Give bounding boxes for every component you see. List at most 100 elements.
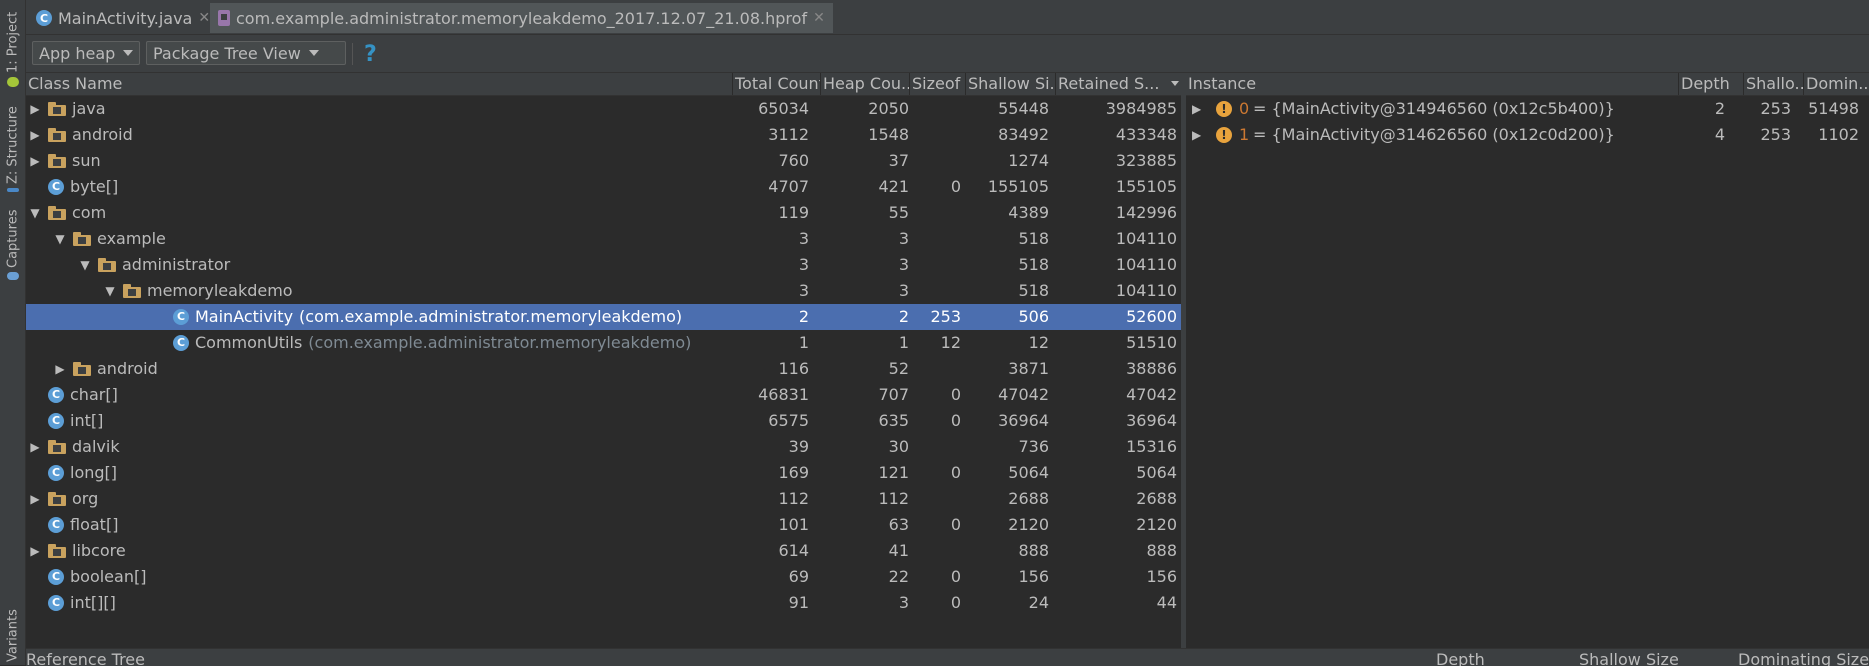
table-row[interactable]: ▼ com 119 55 4389 142996: [26, 200, 1181, 226]
expand-arrow-icon[interactable]: ▶: [28, 434, 42, 460]
retained-cell: 3984985: [1105, 99, 1177, 118]
panel-splitter[interactable]: [1181, 73, 1186, 648]
instance-index: 0: [1239, 99, 1250, 118]
table-row[interactable]: Cbyte[] 4707 421 0 155105 155105: [26, 174, 1181, 200]
table-row[interactable]: Cint[] 6575 635 0 36964 36964: [26, 408, 1181, 434]
table-row[interactable]: Cboolean[] 69 22 0 156 156: [26, 564, 1181, 590]
column-header-dominating[interactable]: Domin...: [1803, 73, 1869, 95]
heap-cell: 635: [878, 411, 909, 430]
table-row[interactable]: ▶ android 116 52 3871 38886: [26, 356, 1181, 382]
column-header-depth[interactable]: Depth: [1678, 73, 1743, 95]
collapse-arrow-icon[interactable]: ▼: [78, 252, 92, 278]
table-row[interactable]: ▼ memoryleakdemo 3 3 518 104110: [26, 278, 1181, 304]
table-row[interactable]: ▶ java 65034 2050 55448 3984985: [26, 96, 1181, 122]
close-icon[interactable]: ✕: [198, 10, 210, 26]
structure-icon: [7, 187, 19, 192]
heap-select[interactable]: App heap: [32, 41, 140, 65]
instance-depth-cell: 4: [1714, 125, 1725, 144]
collapse-arrow-icon[interactable]: ▼: [103, 278, 117, 304]
retained-cell: 142996: [1115, 203, 1177, 222]
package-folder-icon: [48, 206, 66, 220]
shallow-cell: 5064: [1008, 463, 1049, 482]
class-name-cell: ▶ org: [28, 486, 98, 512]
tab-mainactivity-java[interactable]: C MainActivity.java ✕: [28, 3, 218, 33]
column-header-heap-count[interactable]: Heap Cou...: [820, 73, 909, 95]
ref-column-dominating-size[interactable]: Dominating Size: [1738, 650, 1869, 666]
shallow-cell: 156: [1018, 567, 1049, 586]
table-row[interactable]: ▼ administrator 3 3 518 104110: [26, 252, 1181, 278]
instance-row[interactable]: ▶! 1 = {MainActivity@314626560 (0x12c0d200…: [1186, 122, 1869, 148]
retained-cell: 15316: [1126, 437, 1177, 456]
editor-tab-bar: C MainActivity.java ✕ com.example.admini…: [26, 0, 1869, 35]
shallow-cell: 518: [1018, 255, 1049, 274]
package-folder-icon: [48, 128, 66, 142]
table-row[interactable]: ▶ sun 760 37 1274 323885: [26, 148, 1181, 174]
total-cell: 46831: [758, 385, 809, 404]
class-name-label: java: [72, 99, 106, 118]
table-row[interactable]: Cint[][] 91 3 0 24 44: [26, 590, 1181, 616]
class-name-cell: Cboolean[]: [28, 564, 146, 590]
variants-tool-tab[interactable]: Variants: [3, 606, 23, 662]
column-header-shallow[interactable]: Shallo...: [1743, 73, 1803, 95]
expand-arrow-icon[interactable]: ▶: [28, 486, 42, 512]
class-tree-table: ▶ java 65034 2050 55448 3984985 ▶ android 3112 15…: [26, 96, 1181, 616]
heap-cell: 3: [898, 229, 909, 248]
class-name-label: org: [72, 489, 99, 508]
expand-arrow-icon[interactable]: ▶: [28, 96, 42, 122]
heap-cell: 37: [888, 151, 909, 170]
expand-arrow-icon[interactable]: ▶: [1192, 122, 1201, 148]
help-icon[interactable]: ?: [364, 42, 377, 67]
captures-tool-tab[interactable]: Captures: [3, 210, 23, 280]
expand-arrow-icon[interactable]: ▶: [28, 148, 42, 174]
column-header-total-count[interactable]: Total Count: [732, 73, 820, 95]
table-row[interactable]: ▶ org 112 112 2688 2688: [26, 486, 1181, 512]
column-header-class-name[interactable]: Class Name: [26, 73, 732, 95]
table-row[interactable]: C MainActivity (com.example.administrator.…: [26, 304, 1181, 330]
toolbar-separator: [352, 43, 353, 65]
table-row[interactable]: C CommonUtils (com.example.administrator.m…: [26, 330, 1181, 356]
collapse-arrow-icon[interactable]: ▼: [53, 226, 67, 252]
shallow-cell: 55448: [998, 99, 1049, 118]
shallow-cell: 4389: [1008, 203, 1049, 222]
shallow-cell: 83492: [998, 125, 1049, 144]
column-header-shallow-size[interactable]: Shallow Si...: [965, 73, 1055, 95]
table-row[interactable]: ▶ libcore 614 41 888 888: [26, 538, 1181, 564]
package-folder-icon: [98, 258, 116, 272]
table-row[interactable]: Cfloat[] 101 63 0 2120 2120: [26, 512, 1181, 538]
class-name-cell: ▶ sun: [28, 148, 100, 174]
instance-row[interactable]: ▶! 0 = {MainActivity@314946560 (0x12c5b400…: [1186, 96, 1869, 122]
table-row[interactable]: ▶ android 3112 1548 83492 433348: [26, 122, 1181, 148]
project-tool-tab[interactable]: 1: Project: [3, 12, 23, 87]
view-select[interactable]: Package Tree View: [146, 41, 346, 65]
expand-arrow-icon[interactable]: ▶: [53, 356, 67, 382]
structure-tool-tab-label: Z: Structure: [5, 106, 21, 184]
expand-arrow-icon[interactable]: ▶: [28, 538, 42, 564]
table-row[interactable]: ▶ dalvik 39 30 736 15316: [26, 434, 1181, 460]
close-icon[interactable]: ✕: [813, 10, 825, 26]
column-header-sizeof[interactable]: Sizeof: [909, 73, 965, 95]
captures-tool-tab-label: Captures: [5, 210, 21, 269]
structure-tool-tab[interactable]: Z: Structure: [3, 106, 23, 192]
captures-icon: [7, 272, 19, 280]
heap-cell: 707: [878, 385, 909, 404]
table-row[interactable]: Clong[] 169 121 0 5064 5064: [26, 460, 1181, 486]
tab-hprof-file[interactable]: com.example.administrator.memoryleakdemo…: [210, 3, 833, 33]
total-cell: 119: [778, 203, 809, 222]
sizeof-cell: 0: [950, 515, 961, 534]
table-row[interactable]: Cchar[] 46831 707 0 47042 47042: [26, 382, 1181, 408]
column-header-instance[interactable]: Instance: [1186, 73, 1678, 95]
ref-column-depth[interactable]: Depth: [1436, 650, 1485, 666]
ref-column-shallow-size[interactable]: Shallow Size: [1579, 650, 1679, 666]
table-row[interactable]: ▼ example 3 3 518 104110: [26, 226, 1181, 252]
tab-label: com.example.administrator.memoryleakdemo…: [236, 8, 808, 28]
expand-arrow-icon[interactable]: ▶: [1192, 96, 1201, 122]
package-folder-icon: [48, 492, 66, 506]
instance-label: = {MainActivity@314626560 (0x12c0d200)}: [1253, 125, 1615, 144]
expand-arrow-icon[interactable]: ▶: [28, 122, 42, 148]
retained-cell: 155105: [1115, 177, 1177, 196]
collapse-arrow-icon[interactable]: ▼: [28, 200, 42, 226]
heap-cell: 1: [898, 333, 909, 352]
class-name-cell: ▶ dalvik: [28, 434, 119, 460]
column-header-retained-size[interactable]: Retained S...: [1055, 73, 1181, 95]
view-select-value: Package Tree View: [153, 43, 301, 63]
